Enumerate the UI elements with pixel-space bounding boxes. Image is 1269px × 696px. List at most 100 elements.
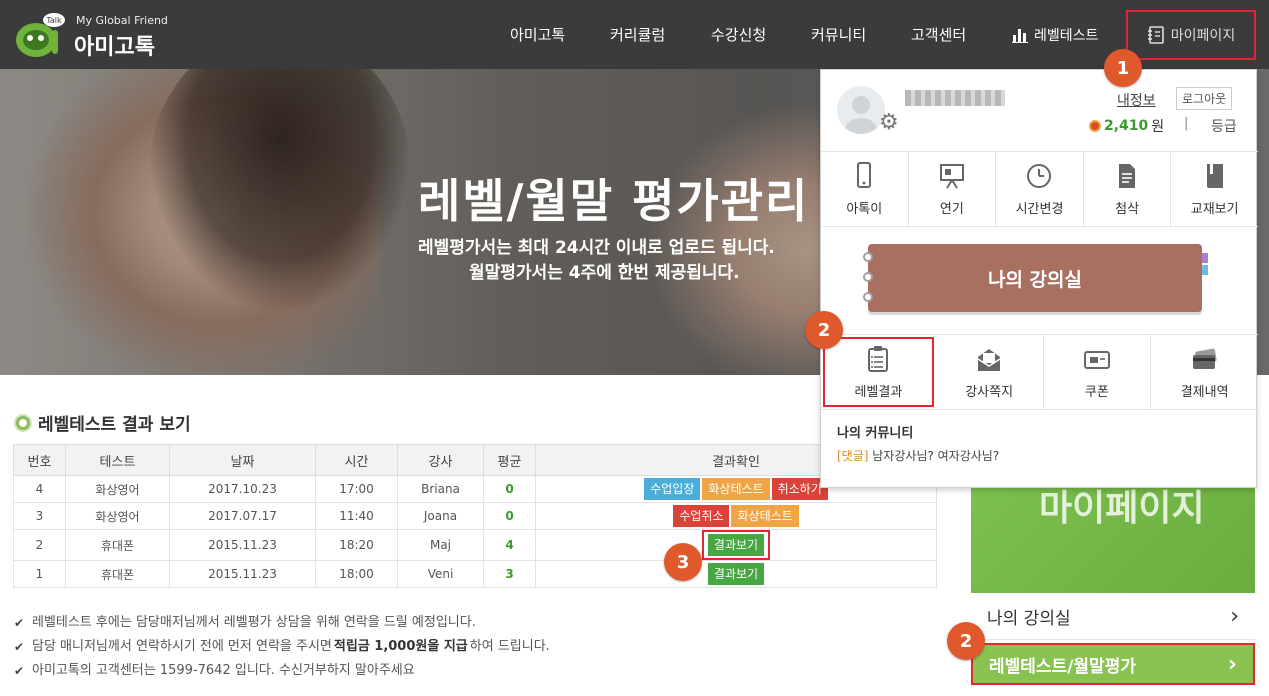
quick-menu-atoki[interactable]: 아톡이 <box>821 152 909 226</box>
username-blurred <box>905 90 1005 106</box>
notice-item: ✔ 담당 매니저님께서 연락하시기 전에 먼저 연락을 주시면 적립금 1,00… <box>14 635 550 659</box>
col-header-no: 번호 <box>13 444 66 476</box>
cell-average: 4 <box>483 529 536 561</box>
document-icon <box>1119 163 1136 188</box>
quick-menu-label: 쿠폰 <box>1084 384 1109 400</box>
section-title: 레벨테스트 결과 보기 <box>16 410 191 435</box>
side-menu-label: 나의 강의실 <box>987 609 1071 629</box>
notice-text: 레벨테스트 후에는 담당매저님께서 레벨평가 상담을 위해 연락을 드릴 예정입… <box>32 615 476 630</box>
cell-time: 18:20 <box>315 529 398 561</box>
section-title-text: 레벨테스트 결과 보기 <box>38 415 191 435</box>
quick-menu-label: 시간변경 <box>1015 201 1064 217</box>
quick-menu-label: 결제내역 <box>1180 384 1229 400</box>
notebook-tab <box>1202 253 1208 263</box>
cell-teacher: Briana <box>397 475 484 503</box>
cell-time: 18:00 <box>315 560 398 588</box>
site-logo[interactable]: Talk My Global Friend 아미고톡 <box>14 10 174 60</box>
quick-menu-postpone[interactable]: 연기 <box>909 152 997 226</box>
nav-community[interactable]: 커뮤니티 <box>811 0 866 69</box>
nav-mypage[interactable]: 마이페이지 <box>1126 10 1256 60</box>
quick-menu-label: 강사쪽지 <box>965 384 1014 400</box>
quick-menu-payment-history[interactable]: 결제내역 <box>1151 335 1258 409</box>
video-test-button[interactable]: 화상테스트 <box>731 505 799 527</box>
step-marker-2-side: 2 <box>947 622 985 660</box>
cell-average: 3 <box>483 560 536 588</box>
user-avatar-icon <box>845 96 877 134</box>
cell-date: 2017.07.17 <box>169 502 316 530</box>
side-menu-level-test[interactable]: 레벨테스트/월말평가 › <box>971 643 1255 685</box>
cell-actions: 결과보기 <box>535 560 937 588</box>
mypage-side-banner: 마이페이지 <box>971 487 1255 593</box>
nav-curriculum[interactable]: 커리큘럼 <box>610 0 665 69</box>
cell-date: 2015.11.23 <box>169 560 316 588</box>
step-marker-3: 3 <box>664 543 702 581</box>
mobile-phone-icon <box>857 161 872 188</box>
quick-menu-label: 레벨결과 <box>854 384 903 400</box>
quick-menu-correction[interactable]: 첨삭 <box>1084 152 1172 226</box>
notebook-tab <box>1202 265 1208 275</box>
nav-amigotalk[interactable]: 아미고톡 <box>510 0 565 69</box>
quick-menu-label: 교재보기 <box>1190 201 1239 217</box>
side-banner-title: 마이페이지 <box>1039 488 1205 529</box>
check-icon: ✔ <box>14 616 25 630</box>
cell-date: 2017.10.23 <box>169 475 316 503</box>
nav-level-test[interactable]: 레벨테스트 <box>1012 0 1098 69</box>
table-row: 2 휴대폰 2015.11.23 18:20 Maj 4 결과보기 <box>13 529 937 561</box>
video-test-button[interactable]: 화상테스트 <box>702 478 770 500</box>
side-menu-label: 레벨테스트/월말평가 <box>989 656 1136 677</box>
cell-no: 1 <box>13 560 66 588</box>
view-result-button[interactable]: 결과보기 <box>707 534 765 556</box>
step-marker-1: 1 <box>1104 49 1142 87</box>
notice-text-bold: 적립금 1,000원을 지급 <box>333 639 468 654</box>
col-header-teacher: 강사 <box>397 444 484 476</box>
quick-menu-label: 연기 <box>939 201 964 217</box>
nav-customer-center[interactable]: 고객센터 <box>911 0 966 69</box>
my-community-section: 나의 커뮤니티 [댓글] 남자강사님? 여자강사님? <box>821 410 1258 489</box>
quick-menu-textbook[interactable]: 교재보기 <box>1171 152 1258 226</box>
cell-average: 0 <box>483 502 536 530</box>
result-highlight: 결과보기 <box>701 530 771 560</box>
chevron-right-icon: › <box>1227 651 1237 677</box>
my-classroom-button[interactable]: 나의 강의실 <box>868 244 1202 312</box>
quick-menu-label: 아톡이 <box>846 201 883 217</box>
side-menu-my-classroom[interactable]: 나의 강의실 › <box>971 594 1255 640</box>
top-header: Talk My Global Friend 아미고톡 아미고톡 커리큘럼 수강신… <box>0 0 1269 69</box>
grade-link[interactable]: 등급 <box>1211 116 1237 136</box>
quick-menu-teacher-note[interactable]: 강사쪽지 <box>936 335 1044 409</box>
nav-enroll[interactable]: 수강신청 <box>711 0 766 69</box>
gear-icon[interactable]: ⚙ <box>879 112 899 134</box>
logout-button[interactable]: 로그아웃 <box>1176 87 1233 110</box>
cell-actions: 수업취소 화상테스트 <box>535 502 937 530</box>
quick-menu-change-time[interactable]: 시간변경 <box>996 152 1084 226</box>
cell-date: 2015.11.23 <box>169 529 316 561</box>
cell-no: 3 <box>13 502 66 530</box>
table-header-row: 번호 테스트 날짜 시간 강사 평균 결과확인 <box>13 444 937 476</box>
separator: | <box>1184 116 1189 131</box>
community-post[interactable]: [댓글] 남자강사님? 여자강사님? <box>837 447 1242 464</box>
quick-menu-coupon[interactable]: 쿠폰 <box>1044 335 1152 409</box>
quick-menu-label: 첨삭 <box>1115 201 1140 217</box>
coin-icon <box>1089 120 1101 132</box>
book-icon <box>1206 163 1223 188</box>
points-display: 2,410 원 <box>1089 116 1164 136</box>
clock-icon <box>1027 163 1052 188</box>
view-result-button[interactable]: 결과보기 <box>707 563 765 585</box>
step-marker-2: 2 <box>805 311 843 349</box>
enter-class-button[interactable]: 수업입장 <box>644 478 701 500</box>
quick-menu-level-result[interactable]: 레벨결과 <box>823 337 934 407</box>
mypage-dropdown: ⚙ 내정보 로그아웃 2,410원 | 등급 아톡이 연기 시간변경 첨삭 교 <box>820 69 1258 489</box>
cell-teacher: Joana <box>397 502 484 530</box>
clipboard-checklist-icon <box>868 345 889 372</box>
notice-text: 아미고톡의 고객센터는 1599-7642 입니다. 수신거부하지 말아주세요 <box>32 663 415 678</box>
coupon-ticket-icon <box>1083 350 1110 369</box>
community-post-text: 남자강사님? 여자강사님? <box>868 449 1000 463</box>
table-row: 4 화상영어 2017.10.23 17:00 Briana 0 수업입장 화상테… <box>13 475 937 503</box>
my-info-link[interactable]: 내정보 <box>1117 90 1156 110</box>
nav-mypage-label: 마이페이지 <box>1170 28 1236 44</box>
cancel-class-button[interactable]: 수업취소 <box>673 505 730 527</box>
presentation-board-icon <box>939 163 964 189</box>
notebook-icon <box>1147 26 1164 44</box>
notebook-ring-icon <box>863 252 873 262</box>
col-header-average: 평균 <box>483 444 536 476</box>
cell-teacher: Veni <box>397 560 484 588</box>
